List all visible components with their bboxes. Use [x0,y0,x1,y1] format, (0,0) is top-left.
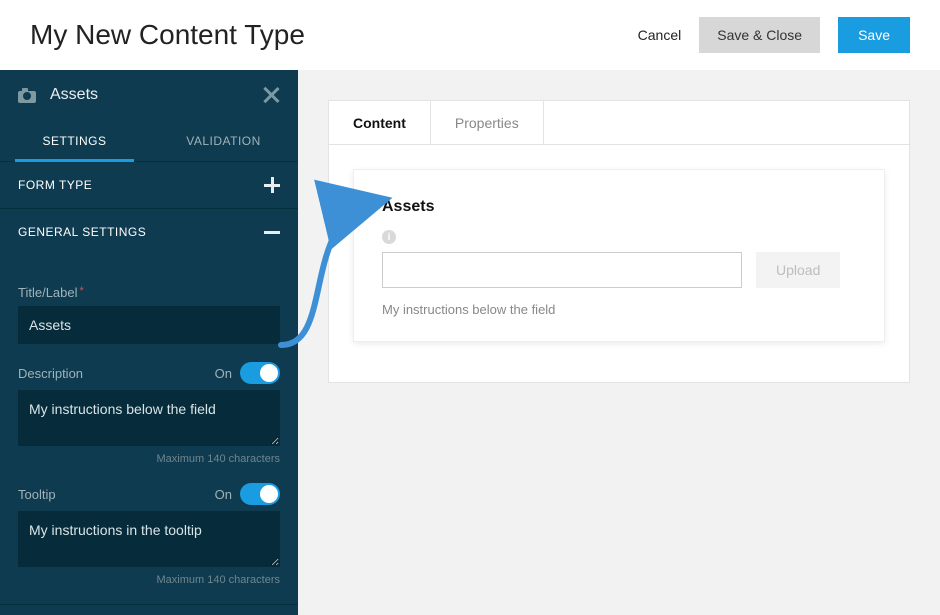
top-actions: Cancel Save & Close Save [638,17,910,53]
section-general-settings: GENERAL SETTINGS Title/Label* Descriptio… [0,209,298,605]
section-general-header[interactable]: GENERAL SETTINGS [0,209,298,255]
tooltip-textarea[interactable] [18,511,280,567]
sidebar-tabs: SETTINGS VALIDATION [0,120,298,162]
title-input[interactable] [18,306,280,344]
save-close-button[interactable]: Save & Close [699,17,820,53]
description-label: Description [18,366,83,381]
asset-field[interactable] [382,252,742,288]
required-star: * [80,285,84,297]
sidebar-header: Assets [0,70,298,120]
description-toggle-state: On [215,366,232,381]
camera-icon [18,88,36,103]
tab-validation[interactable]: VALIDATION [149,120,298,161]
card-title: Assets [382,198,856,216]
tab-content[interactable]: Content [329,101,431,144]
title-label: Title/Label* [18,285,280,300]
page-title: My New Content Type [30,19,638,51]
upload-button[interactable]: Upload [756,252,840,288]
description-toggle[interactable] [240,362,280,384]
tooltip-toggle[interactable] [240,483,280,505]
tooltip-toggle-state: On [215,487,232,502]
section-form-type-header[interactable]: FORM TYPE [0,162,298,208]
below-field-text: My instructions below the field [382,302,856,317]
general-settings-label: GENERAL SETTINGS [18,225,146,239]
info-icon[interactable]: i [382,230,396,244]
tooltip-hint: Maximum 140 characters [18,574,280,586]
panel-tabs: Content Properties [329,101,909,145]
tooltip-label: Tooltip [18,487,56,502]
sidebar-title: Assets [50,86,262,104]
description-textarea[interactable] [18,390,280,446]
top-bar: My New Content Type Cancel Save & Close … [0,0,940,70]
minus-icon [264,224,280,240]
sidebar: Assets SETTINGS VALIDATION FORM TYPE GEN… [0,70,298,615]
form-type-label: FORM TYPE [18,178,92,192]
assets-card: Assets i Upload My instructions below th… [353,169,885,342]
preview-panel: Content Properties Assets i Upload My in… [328,100,910,383]
cancel-button[interactable]: Cancel [638,27,682,43]
tab-properties[interactable]: Properties [431,101,544,144]
close-icon[interactable] [262,86,280,104]
workarea: Content Properties Assets i Upload My in… [298,70,940,615]
general-settings-body: Title/Label* Description On Maximum 140 … [0,255,298,604]
save-button[interactable]: Save [838,17,910,53]
section-form-type: FORM TYPE [0,162,298,209]
description-hint: Maximum 140 characters [18,453,280,465]
plus-icon [264,177,280,193]
tab-settings[interactable]: SETTINGS [0,120,149,161]
